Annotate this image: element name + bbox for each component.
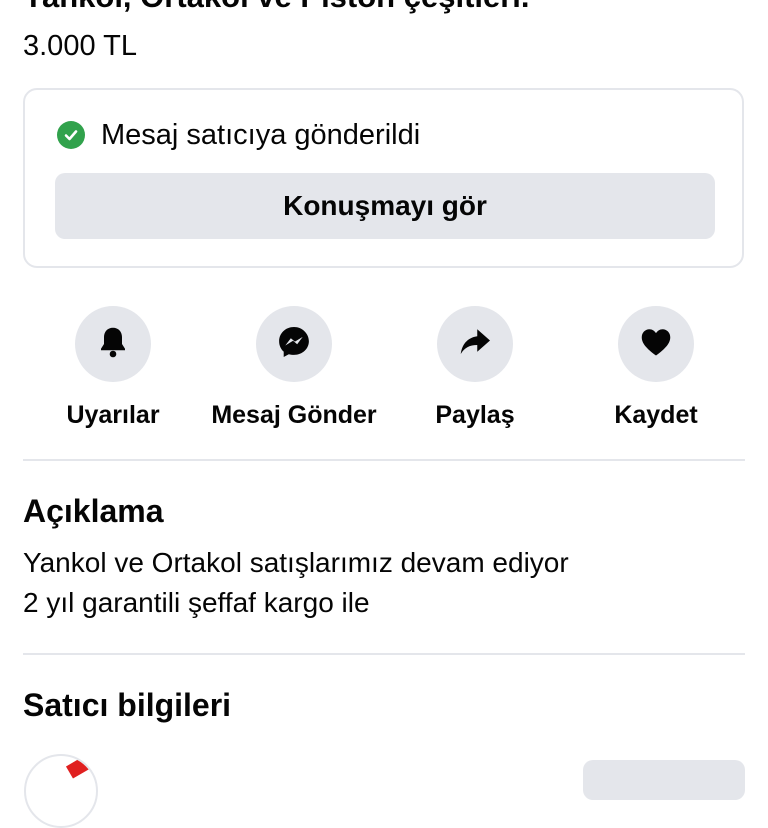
message-sent-text: Mesaj satıcıya gönderildi [101, 119, 421, 151]
description-text: Yankol ve Ortakol satışlarımız devam edi… [23, 543, 569, 623]
check-circle-icon [57, 121, 85, 149]
listing-price: 3.000 TL [23, 30, 137, 62]
seller-logo-mark [65, 756, 93, 779]
heart-icon [638, 324, 674, 365]
share-button-circle[interactable] [437, 306, 513, 382]
action-bar: Uyarılar Mesaj Gönder Paylaş Kaydet [0, 306, 768, 436]
send-message-button-circle[interactable] [256, 306, 332, 382]
save-label: Kaydet [614, 401, 698, 429]
alerts-label: Uyarılar [66, 401, 160, 429]
send-message-label: Mesaj Gönder [211, 401, 377, 429]
bell-icon [95, 324, 131, 365]
share-button[interactable]: Paylaş [375, 306, 575, 430]
share-icon [457, 324, 493, 365]
send-message-button[interactable]: Mesaj Gönder [194, 306, 394, 430]
listing-title: Yankol, Ortakol ve Piston çeşitleri. [23, 0, 530, 16]
description-line: 2 yıl garantili şeffaf kargo ile [23, 587, 370, 618]
save-button-circle[interactable] [618, 306, 694, 382]
message-sent-card: Mesaj satıcıya gönderildi Konuşmayı gör [23, 88, 744, 268]
seller-details-button[interactable] [583, 760, 745, 800]
view-conversation-button[interactable]: Konuşmayı gör [55, 173, 715, 239]
divider [23, 653, 745, 655]
share-label: Paylaş [435, 401, 515, 429]
alerts-button[interactable]: Uyarılar [13, 306, 213, 430]
divider [23, 459, 745, 461]
messenger-icon [275, 323, 313, 366]
seller-info-heading: Satıcı bilgileri [23, 687, 232, 723]
save-button[interactable]: Kaydet [556, 306, 756, 430]
seller-avatar[interactable] [24, 754, 98, 828]
alerts-button-circle[interactable] [75, 306, 151, 382]
description-line: Yankol ve Ortakol satışlarımız devam edi… [23, 547, 569, 578]
message-sent-row: Mesaj satıcıya gönderildi [57, 118, 420, 152]
description-heading: Açıklama [23, 493, 164, 529]
